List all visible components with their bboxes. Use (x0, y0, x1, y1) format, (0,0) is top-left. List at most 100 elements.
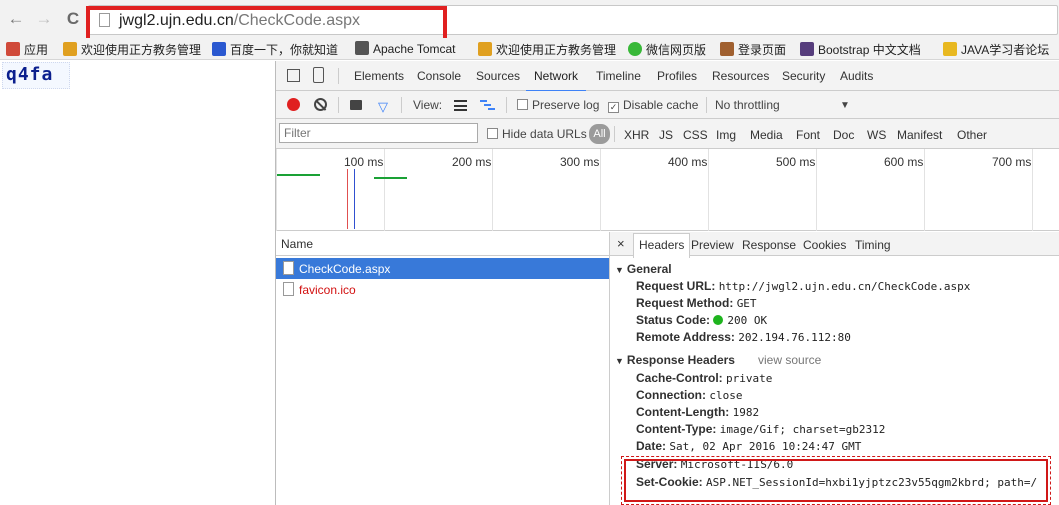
header-row: Date: Sat, 02 Apr 2016 10:24:47 GMT (636, 439, 862, 453)
checkbox-checked[interactable]: ✓ (608, 102, 619, 113)
bookmark-jwgl-2[interactable]: 欢迎使用正方教务管理 (478, 41, 616, 58)
forward-button[interactable]: → (34, 9, 54, 29)
bookmark-apps[interactable]: 应用 (6, 41, 48, 58)
preserve-log-checkbox[interactable]: Preserve log (517, 98, 599, 112)
status-ok-icon (713, 315, 724, 325)
timeline-gridline (708, 149, 709, 231)
chevron-down-icon[interactable]: ▼ (840, 100, 850, 111)
tab-console[interactable]: Console (417, 69, 461, 83)
filter-font[interactable]: Font (796, 128, 820, 142)
timeline-gridline (924, 149, 925, 231)
filter-xhr[interactable]: XHR (624, 128, 649, 142)
bookmark-wechat[interactable]: 微信网页版 (628, 41, 706, 58)
divider (338, 97, 339, 113)
tab-profiles[interactable]: Profiles (657, 69, 697, 83)
header-row: Content-Type: image/Gif; charset=gb2312 (636, 422, 886, 436)
filter-manifest[interactable]: Manifest (897, 128, 942, 142)
close-icon[interactable]: × (617, 236, 625, 251)
tab-headers[interactable]: Headers (633, 233, 691, 258)
filter-ws[interactable]: WS (867, 128, 886, 142)
waterfall-bar (374, 177, 407, 179)
hide-data-urls-checkbox[interactable]: Hide data URLs (487, 127, 587, 141)
file-icon (283, 282, 294, 296)
header-row: Content-Length: 1982 (636, 405, 760, 419)
network-overview-timeline[interactable]: 100 ms 200 ms 300 ms 400 ms 500 ms 600 m… (276, 149, 1059, 231)
devtools-tabbar: Elements Console Sources Network Timelin… (276, 61, 1059, 92)
request-name: CheckCode.aspx (299, 262, 391, 276)
throttling-select[interactable]: No throttling (715, 98, 780, 112)
capture-screenshots-icon[interactable] (350, 100, 362, 110)
disable-cache-checkbox[interactable]: ✓ Disable cache (608, 98, 698, 113)
tab-audits[interactable]: Audits (840, 69, 873, 83)
reload-button[interactable]: C (63, 9, 83, 29)
filter-img[interactable]: Img (716, 128, 736, 142)
timeline-gridline (384, 149, 385, 231)
tab-timeline[interactable]: Timeline (596, 69, 641, 83)
bookmark-login[interactable]: 登录页面 (720, 41, 786, 58)
divider (401, 97, 402, 113)
filter-other[interactable]: Other (957, 128, 987, 142)
divider (506, 97, 507, 113)
bookmark-jwgl-1[interactable]: 欢迎使用正方教务管理 (63, 41, 201, 58)
name-column-header: Name (281, 237, 314, 251)
load-event-line (347, 169, 348, 229)
tab-response[interactable]: Response (742, 238, 796, 252)
filter-js[interactable]: JS (659, 128, 673, 142)
filter-media[interactable]: Media (750, 128, 783, 142)
inspect-element-icon[interactable] (287, 69, 300, 82)
request-name: favicon.ico (299, 283, 356, 297)
filter-css[interactable]: CSS (683, 128, 708, 142)
filter-icon[interactable]: ▽ (378, 99, 388, 115)
bookmark-icon (63, 42, 77, 56)
devtools-panel: Elements Console Sources Network Timelin… (275, 61, 1059, 505)
bookmark-tomcat[interactable]: Apache Tomcat (355, 41, 456, 56)
tab-timing[interactable]: Timing (855, 238, 891, 252)
timeline-gridline (816, 149, 817, 231)
tab-network[interactable]: Network (525, 69, 587, 92)
filter-doc[interactable]: Doc (833, 128, 854, 142)
general-section-toggle[interactable]: ▼ General (615, 262, 672, 276)
request-row[interactable]: favicon.ico (276, 279, 609, 300)
header-row: Remote Address: 202.194.76.112:80 (636, 330, 851, 344)
waterfall-icon[interactable] (480, 99, 495, 111)
tab-preview[interactable]: Preview (691, 238, 734, 252)
tab-elements[interactable]: Elements (354, 69, 404, 83)
header-row: Cache-Control: private (636, 371, 773, 385)
record-icon[interactable] (287, 98, 300, 111)
timeline-tick-label: 100 ms (344, 155, 384, 169)
wechat-icon (628, 42, 642, 56)
response-headers-section-toggle[interactable]: ▼ Response Headers (615, 353, 735, 367)
bookmarks-bar: 应用 欢迎使用正方教务管理 百度一下，你就知道 Apache Tomcat 欢迎… (0, 38, 1059, 60)
device-mode-icon[interactable] (313, 67, 324, 83)
bookmark-bootstrap[interactable]: Bootstrap 中文文档 (800, 41, 921, 58)
apps-icon (6, 42, 20, 56)
view-source-link[interactable]: view source (758, 353, 821, 367)
tab-security[interactable]: Security (782, 69, 825, 83)
tab-resources[interactable]: Resources (712, 69, 769, 83)
clear-icon[interactable] (314, 98, 327, 111)
large-rows-icon[interactable] (454, 100, 467, 111)
divider (614, 126, 615, 142)
checkbox-unchecked[interactable] (487, 128, 498, 139)
filter-input[interactable] (279, 123, 478, 143)
request-list-header[interactable]: Name (276, 232, 610, 256)
timeline-tick-label: 300 ms (560, 155, 600, 169)
checkbox-unchecked[interactable] (517, 99, 528, 110)
filter-all-button[interactable]: All (589, 124, 610, 144)
bootstrap-icon (800, 42, 814, 56)
filter-bar: Hide data URLs All XHR JS CSS Img Media … (276, 119, 1059, 149)
timeline-tick-label: 700 ms (992, 155, 1032, 169)
bookmark-baidu[interactable]: 百度一下，你就知道 (212, 41, 338, 58)
captcha-image: q4fa (2, 62, 70, 89)
tab-cookies[interactable]: Cookies (803, 238, 846, 252)
request-row[interactable]: CheckCode.aspx (276, 258, 609, 279)
domcontentloaded-line (354, 169, 355, 229)
bookmark-java[interactable]: JAVA学习者论坛 (943, 41, 1049, 58)
request-detail-tabbar: × Headers Preview Response Cookies Timin… (610, 232, 1059, 258)
java-icon (943, 42, 957, 56)
timeline-tick-label: 200 ms (452, 155, 492, 169)
tab-sources[interactable]: Sources (476, 69, 520, 83)
triangle-down-icon: ▼ (615, 356, 624, 366)
timeline-gridline (492, 149, 493, 231)
back-button[interactable]: ← (6, 9, 26, 29)
